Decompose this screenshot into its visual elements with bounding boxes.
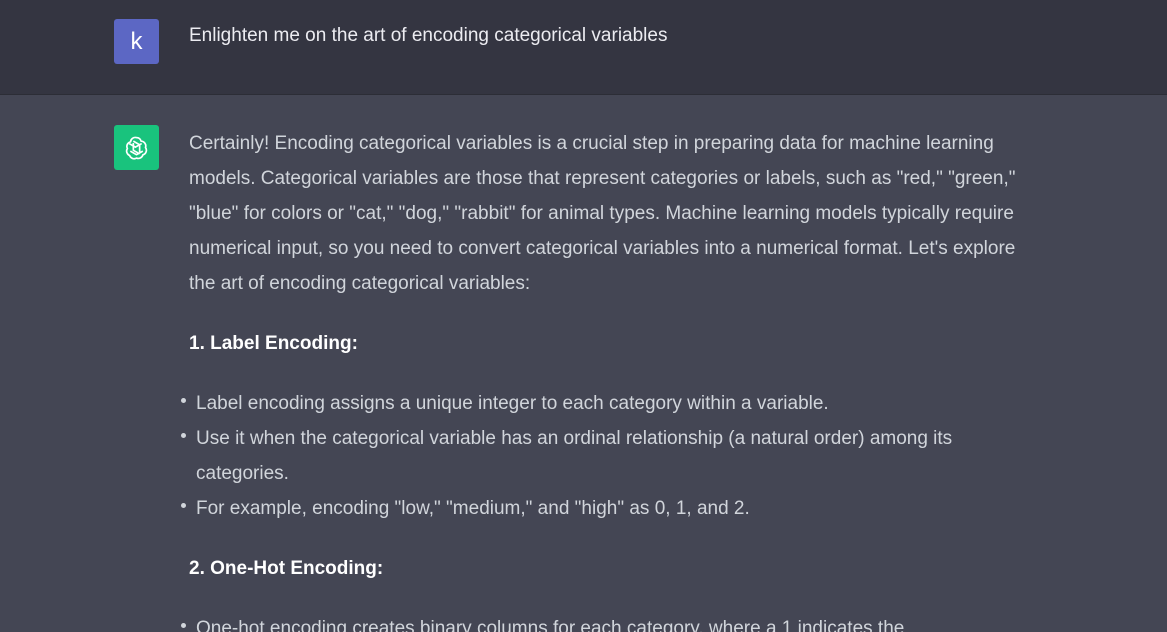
label-encoding-list: Label encoding assigns a unique integer … bbox=[181, 386, 1019, 526]
answer-intro: Certainly! Encoding categorical variable… bbox=[189, 133, 1016, 294]
list-item: Label encoding assigns a unique integer … bbox=[181, 386, 1019, 421]
user-message-row: k Enlighten me on the art of encoding ca… bbox=[0, 0, 1167, 95]
assistant-message-row: Certainly! Encoding categorical variable… bbox=[0, 95, 1167, 632]
one-hot-encoding-list: One-hot encoding creates binary columns … bbox=[181, 611, 1019, 632]
user-message-text: Enlighten me on the art of encoding cate… bbox=[189, 25, 668, 46]
section-heading-label-encoding: 1. Label Encoding: bbox=[189, 333, 358, 354]
list-item: For example, encoding "low," "medium," a… bbox=[181, 491, 1019, 526]
section-heading-one-hot-encoding: 2. One-Hot Encoding: bbox=[189, 558, 384, 579]
openai-logo-icon bbox=[125, 136, 148, 160]
chat-page: k Enlighten me on the art of encoding ca… bbox=[0, 0, 1167, 632]
assistant-avatar bbox=[114, 125, 159, 170]
list-item: Use it when the categorical variable has… bbox=[181, 421, 1019, 491]
assistant-answer: Certainly! Encoding categorical variable… bbox=[181, 126, 1019, 632]
list-item: One-hot encoding creates binary columns … bbox=[181, 611, 1019, 632]
user-avatar: k bbox=[114, 19, 159, 64]
